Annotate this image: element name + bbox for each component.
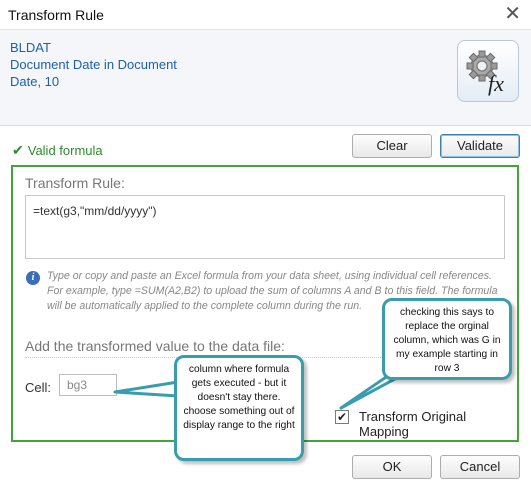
- add-transformed-label: Add the transformed value to the data fi…: [25, 338, 285, 354]
- cell-label: Cell:: [25, 380, 52, 395]
- formula-input[interactable]: =text(g3,"mm/dd/yyyy"): [25, 195, 505, 259]
- fx-text: fx: [488, 71, 504, 96]
- ok-button[interactable]: OK: [352, 455, 432, 479]
- field-header: BLDAT Document Date in Document Date, 10…: [0, 30, 531, 126]
- window-title: Transform Rule: [8, 7, 104, 23]
- clear-button[interactable]: Clear: [352, 134, 432, 158]
- field-description: Document Date in Document: [10, 57, 177, 72]
- gear-fx-icon: fx: [457, 40, 519, 102]
- validation-text: Valid formula: [27, 143, 103, 158]
- transform-original-label: Transform Original Mapping: [359, 409, 467, 439]
- info-icon: i: [26, 271, 40, 285]
- cell-annotation: column where formula gets executed - but…: [174, 355, 304, 461]
- transform-original-checkbox[interactable]: ✔: [335, 410, 349, 424]
- checkbox-annotation: checking this says to replace the orgina…: [382, 298, 512, 380]
- close-icon[interactable]: ✕: [504, 3, 521, 25]
- validate-button[interactable]: Validate: [440, 134, 520, 158]
- cancel-button[interactable]: Cancel: [440, 455, 520, 479]
- field-code: BLDAT: [10, 40, 51, 55]
- title-bar: Transform Rule ✕: [0, 0, 531, 30]
- transform-rule-label: Transform Rule:: [25, 175, 125, 191]
- check-icon: ✔: [12, 142, 24, 158]
- cell-input[interactable]: bg3: [59, 374, 117, 396]
- field-type: Date, 10: [10, 74, 60, 89]
- validation-status: ✔ Valid formula: [12, 142, 103, 159]
